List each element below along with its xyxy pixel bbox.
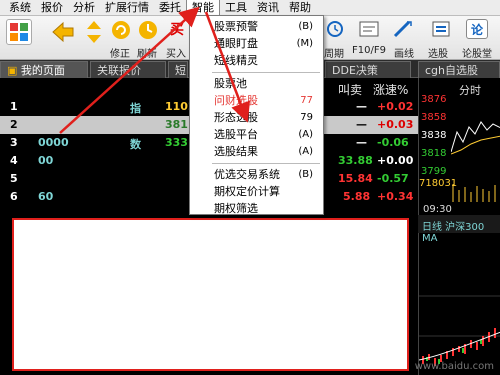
watermark: www.baidu.com xyxy=(414,361,494,372)
annotation-arrows-icon xyxy=(59,6,251,134)
app-window: 系统 报价 分析 扩展行情 委托 智能 工具 资讯 帮助 修正 刷新 买 买入 xyxy=(0,0,500,375)
